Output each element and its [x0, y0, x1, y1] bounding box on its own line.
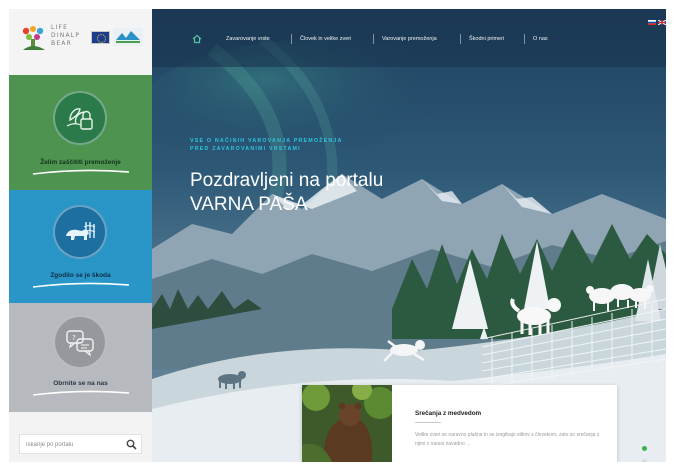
news-excerpt: Velike zveri so naravno plašne in se izo… — [415, 432, 600, 447]
news-divider — [415, 422, 441, 423]
tile-swoosh — [32, 390, 130, 396]
eu-flag-icon — [91, 31, 110, 44]
logo-line-life: LIFE — [51, 24, 69, 31]
bear-fence-icon — [66, 222, 96, 240]
news-title[interactable]: Srečanja z medvedom — [415, 410, 481, 417]
top-navigation: Zavarovanje vrste Človek in velike zveri… — [152, 9, 666, 67]
tile-swoosh — [32, 282, 130, 288]
search-box[interactable] — [19, 434, 142, 454]
hero-title: Pozdravljeni na portalu VARNA PAŠA — [190, 169, 450, 217]
nav-item-about[interactable]: O nas — [533, 36, 548, 42]
tile-damage-occurred[interactable]: Zgodilo se je škoda — [9, 190, 152, 303]
bear-photo-thumbnail — [302, 385, 392, 462]
english-flag-icon[interactable] — [658, 20, 666, 25]
home-icon[interactable] — [192, 34, 202, 44]
tile-swoosh — [32, 169, 130, 175]
logo-bar[interactable]: LIFE DINALP BEAR — [9, 9, 152, 75]
logo-line-bear: BEAR — [51, 40, 72, 47]
tile-icon-circle — [53, 91, 107, 145]
slider-dot-active[interactable] — [642, 446, 647, 451]
hero-title-line-2: VARNA PAŠA — [190, 194, 308, 215]
nav-separator — [524, 34, 525, 44]
svg-text:?: ? — [72, 334, 76, 342]
chat-bubbles-icon: ? — [66, 330, 94, 357]
lock-plant-icon — [66, 108, 93, 130]
hero-kicker-line-2: PRED ZAVAROVANIMI VRSTAMI — [190, 146, 301, 152]
news-card[interactable]: Srečanja z medvedom Velike zveri so nara… — [302, 385, 617, 462]
nav-item-species[interactable]: Zavarovanje vrste — [226, 36, 270, 42]
tile-icon-circle: ? — [53, 315, 107, 369]
slovenian-flag-icon[interactable] — [648, 20, 656, 25]
life-dinalp-bear-logo-icon — [22, 26, 45, 50]
sidebar: LIFE DINALP BEAR Želim zaščititi premože… — [9, 9, 152, 462]
nav-item-damage-cases[interactable]: Škodni primeri — [469, 36, 504, 42]
page-frame: LIFE DINALP BEAR Želim zaščititi premože… — [9, 9, 666, 462]
tile-icon-circle — [53, 205, 107, 259]
nav-separator — [373, 34, 374, 44]
nav-item-human-carnivores[interactable]: Človek in velike zveri — [300, 36, 351, 42]
nav-separator — [291, 34, 292, 44]
logo-wordmark: LIFE DINALP BEAR — [51, 24, 95, 48]
logo-line-dinalp: DINALP — [51, 32, 81, 39]
hero-kicker: VSE O NAČINIH VAROVANJA PREMOŽENJA PRED … — [190, 137, 440, 153]
tile-label-damage: Zgodilo se je škoda — [50, 272, 111, 279]
tile-label-contact: Obrnite se na nas — [53, 380, 108, 387]
search-icon[interactable] — [126, 439, 137, 450]
partner-logo-icon — [113, 28, 143, 46]
search-area — [9, 412, 152, 462]
tile-label-protect: Želim zaščititi premoženje — [40, 159, 121, 166]
tile-contact-us[interactable]: ? Obrnite se na nas — [9, 303, 152, 412]
hero-section: Zavarovanje vrste Človek in velike zveri… — [152, 9, 666, 462]
slider-dot[interactable] — [642, 459, 647, 462]
search-input[interactable] — [26, 438, 116, 451]
nav-item-property-protection[interactable]: Varovanje premoženja — [382, 36, 437, 42]
hero-kicker-line-1: VSE O NAČINIH VAROVANJA PREMOŽENJA — [190, 138, 343, 144]
hero-title-line-1: Pozdravljeni na portalu — [190, 170, 384, 191]
tile-protect-property[interactable]: Želim zaščititi premoženje — [9, 75, 152, 190]
nav-separator — [460, 34, 461, 44]
